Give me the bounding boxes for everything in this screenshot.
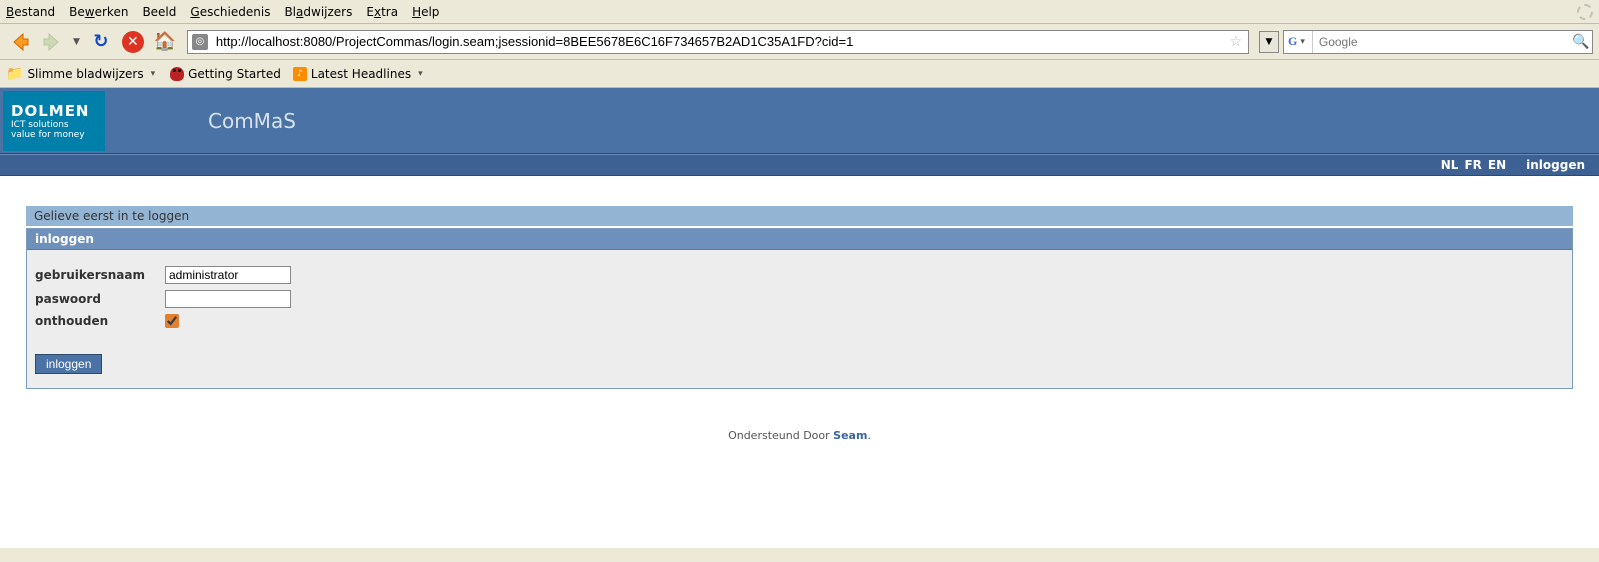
stop-button[interactable]: ✕ [119,28,147,56]
bookmark-label: Getting Started [188,67,281,81]
password-label: paswoord [35,292,165,306]
password-input[interactable] [165,290,291,308]
folder-icon: 📁 [6,66,23,82]
logo: DOLMEN ICT solutions value for money [3,91,105,151]
app-title: ComMaS [208,109,296,133]
search-engine-selector[interactable]: G▾ [1284,31,1313,53]
bookmarks-toolbar: 📁 Slimme bladwijzers ▾ Getting Started ♪… [0,60,1599,88]
menu-extra[interactable]: Extra [366,5,398,19]
browser-menubar: Bestand Bewerken Beeld Geschiedenis Blad… [0,0,1599,24]
home-icon: 🏠 [154,31,176,52]
app-header: DOLMEN ICT solutions value for money Com… [0,88,1599,154]
nav-login-link[interactable]: inloggen [1526,158,1585,172]
menu-edit[interactable]: Bewerken [69,5,128,19]
menu-view[interactable]: Beeld [142,5,176,19]
footer-seam-link[interactable]: Seam [833,429,867,442]
footer: Ondersteund Door Seam. [0,409,1599,462]
language-switcher: NL FR EN [1441,158,1506,172]
reload-icon: ↻ [93,31,108,52]
forward-button [38,28,66,56]
nav-bar: NL FR EN inloggen [0,154,1599,176]
rss-icon: ♪ [293,67,307,81]
menu-help[interactable]: Help [412,5,439,19]
bookmark-latest-headlines[interactable]: ♪ Latest Headlines ▾ [293,67,426,81]
throbber-icon [1577,4,1593,20]
lang-nl[interactable]: NL [1441,158,1459,172]
logo-tagline-1: ICT solutions [11,120,97,130]
username-label: gebruikersnaam [35,268,165,282]
bookmark-getting-started[interactable]: Getting Started [170,67,281,81]
url-bar[interactable]: ◎ ☆ [187,30,1249,54]
url-dropdown[interactable]: ▼ [1259,31,1279,53]
bug-icon [170,67,184,81]
login-form: gebruikersnaam paswoord onthouden inlogg… [27,250,1572,388]
menu-bookmarks[interactable]: Bladwijzers [284,5,352,19]
reload-button[interactable]: ↻ [87,28,115,56]
lang-en[interactable]: EN [1488,158,1506,172]
url-input[interactable] [212,32,1224,51]
footer-text: Ondersteund Door [728,429,833,442]
bookmark-label: Latest Headlines [311,67,411,81]
home-button[interactable]: 🏠 [151,28,179,56]
stop-icon: ✕ [122,31,144,53]
logo-brand: DOLMEN [11,102,97,120]
logo-tagline-2: value for money [11,130,97,140]
favicon-icon: ◎ [192,34,208,50]
bookmark-star-icon[interactable]: ☆ [1223,34,1248,50]
history-dropdown[interactable]: ▼ [70,37,83,47]
search-input[interactable] [1313,33,1570,51]
chevron-down-icon: ▾ [148,69,159,79]
search-bar[interactable]: G▾ 🔍 [1283,30,1593,54]
menu-history[interactable]: Geschiedenis [190,5,270,19]
bookmark-smart-folder[interactable]: 📁 Slimme bladwijzers ▾ [6,66,158,82]
info-message: Gelieve eerst in te loggen [26,206,1573,226]
search-go-icon[interactable]: 🔍 [1570,34,1592,50]
login-button[interactable]: inloggen [35,354,102,374]
menu-file[interactable]: Bestand [6,5,55,19]
browser-toolbar: ▼ ↻ ✕ 🏠 ◎ ☆ ▼ G▾ 🔍 [0,24,1599,60]
footer-suffix: . [867,429,871,442]
username-input[interactable] [165,266,291,284]
panel-title: inloggen [27,229,1572,250]
content-area: Gelieve eerst in te loggen inloggen gebr… [0,176,1599,409]
bookmark-label: Slimme bladwijzers [27,67,143,81]
remember-label: onthouden [35,314,165,328]
back-button[interactable] [6,28,34,56]
chevron-down-icon: ▾ [415,69,426,79]
lang-fr[interactable]: FR [1464,158,1481,172]
remember-checkbox[interactable] [165,314,179,328]
page-viewport: DOLMEN ICT solutions value for money Com… [0,88,1599,548]
login-panel: inloggen gebruikersnaam paswoord onthoud… [26,228,1573,389]
